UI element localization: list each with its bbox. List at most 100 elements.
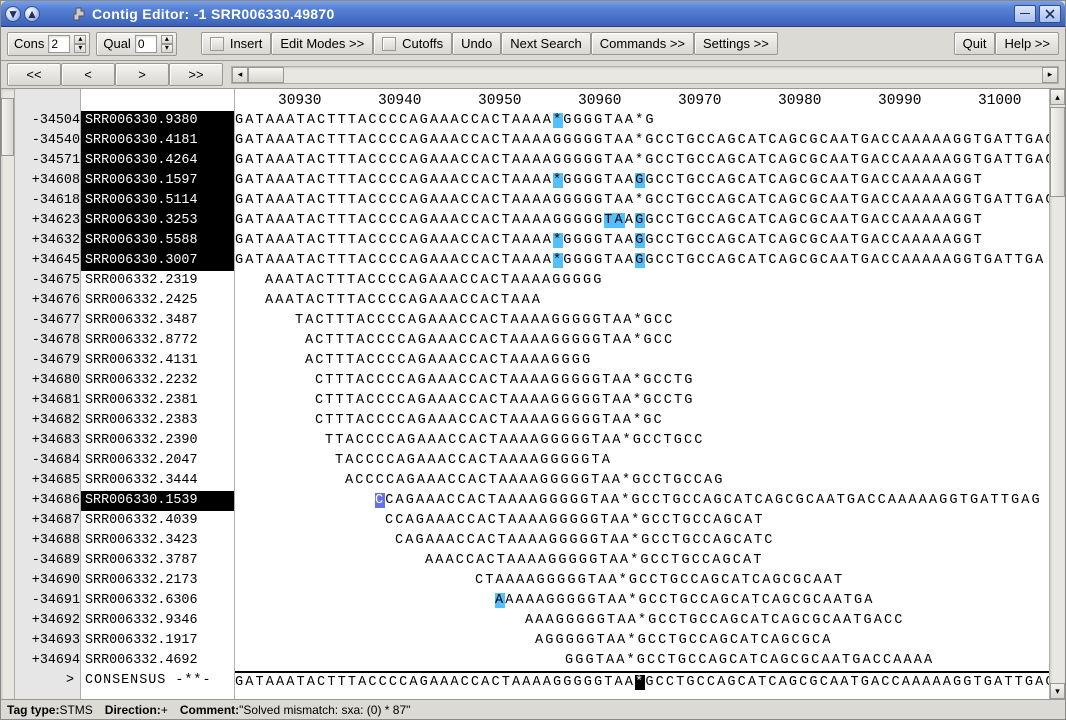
cons-down[interactable]: ▾ xyxy=(74,44,86,53)
read-name[interactable]: SRR006330.5114 xyxy=(81,191,234,211)
sequence-row[interactable]: CTAAAAGGGGGTAA*GCCTGCCAGCATCAGCGCAAT xyxy=(235,571,1049,591)
sequence-row[interactable]: AAAAAGGGGGTAA*GCCTGCCAGCATCAGCGCAATGA xyxy=(235,591,1049,611)
vertical-scrollbar[interactable]: ▴ ▾ xyxy=(1049,89,1065,699)
read-name[interactable]: SRR006330.3007 xyxy=(81,251,234,271)
sequence-row[interactable]: AAAGGGGGTAA*GCCTGCCAGCATCAGCGCAATGACC xyxy=(235,611,1049,631)
horizontal-scrollbar[interactable]: ◂ ▸ xyxy=(231,66,1059,84)
sequence-row[interactable]: GATAAATACTTTACCCCAGAAACCACTAAAA*GGGGTAAG… xyxy=(235,251,1049,271)
read-name[interactable]: SRR006332.3423 xyxy=(81,531,234,551)
read-name[interactable]: SRR006332.2173 xyxy=(81,571,234,591)
sequence-row[interactable]: CAGAAACCACTAAAAGGGGGTAA*GCCTGCCAGCATC xyxy=(235,531,1049,551)
sequence-row[interactable]: CTTTACCCCAGAAACCACTAAAAGGGGGTAA*GCCTG xyxy=(235,371,1049,391)
cutoffs-button[interactable]: Cutoffs xyxy=(373,32,452,55)
sequence-row[interactable]: GATAAATACTTTACCCCAGAAACCACTAAAA*GGGGTAA*… xyxy=(235,111,1049,131)
sequence-row[interactable]: GATAAATACTTTACCCCAGAAACCACTAAAA*GGGGTAAG… xyxy=(235,231,1049,251)
sequence-row[interactable]: AAACCACTAAAAGGGGGTAA*GCCTGCCAGCAT xyxy=(235,551,1049,571)
read-index: -34691 xyxy=(15,591,80,611)
cons-spinner[interactable]: Cons ▴▾ xyxy=(7,32,90,56)
vscroll-down-icon[interactable]: ▾ xyxy=(1050,683,1065,699)
read-name[interactable]: SRR006332.4692 xyxy=(81,651,234,671)
read-name[interactable]: SRR006332.3487 xyxy=(81,311,234,331)
help-button[interactable]: Help >> xyxy=(995,32,1059,55)
read-name[interactable]: SRR006330.1597 xyxy=(81,171,234,191)
sequence-row[interactable]: TACTTTACCCCAGAAACCACTAAAAGGGGGTAA*GCC xyxy=(235,311,1049,331)
read-name[interactable]: SRR006332.2390 xyxy=(81,431,234,451)
scroll-far-left-button[interactable]: << xyxy=(7,63,61,86)
sequence-row[interactable]: CCAGAAACCACTAAAAGGGGGTAA*GCCTGCCAGCATCAG… xyxy=(235,491,1049,511)
read-name[interactable]: SRR006330.4181 xyxy=(81,131,234,151)
sequence-column[interactable]: 3093030940309503096030970309803099031000… xyxy=(235,89,1049,699)
vscroll-up-icon[interactable]: ▴ xyxy=(1050,89,1065,105)
name-scrollbar[interactable] xyxy=(1,89,15,699)
read-name[interactable]: SRR006332.3787 xyxy=(81,551,234,571)
window-sticky-button[interactable]: ▴ xyxy=(24,6,40,22)
sequence-row[interactable]: TACCCCAGAAACCACTAAAAGGGGGTA xyxy=(235,451,1049,471)
read-name[interactable]: SRR006330.1539 xyxy=(81,491,234,511)
read-name[interactable]: SRR006332.2425 xyxy=(81,291,234,311)
read-name[interactable]: SRR006332.9346 xyxy=(81,611,234,631)
qual-input[interactable] xyxy=(135,35,157,53)
sequence-row[interactable]: GATAAATACTTTACCCCAGAAACCACTAAAA*GGGGTAAG… xyxy=(235,171,1049,191)
read-index: -34677 xyxy=(15,311,80,331)
read-name[interactable]: SRR006332.3444 xyxy=(81,471,234,491)
sequence-row[interactable]: CCAGAAACCACTAAAAGGGGGTAA*GCCTGCCAGCAT xyxy=(235,511,1049,531)
sequence-row[interactable]: GATAAATACTTTACCCCAGAAACCACTAAAAGGGGGTAA*… xyxy=(235,151,1049,171)
read-name[interactable]: SRR006332.2383 xyxy=(81,411,234,431)
ruler-tick: 30950 xyxy=(478,91,522,111)
sequence-row[interactable]: ACTTTACCCCAGAAACCACTAAAAGGGGGTAA*GCC xyxy=(235,331,1049,351)
hscroll-thumb[interactable] xyxy=(248,67,284,83)
close-button[interactable] xyxy=(1039,5,1061,23)
sequence-row[interactable]: GGGTAA*GCCTGCCAGCATCAGCGCAATGACCAAAA xyxy=(235,651,1049,671)
window-menu-button[interactable]: ▾ xyxy=(5,6,21,22)
sequence-row[interactable]: AAATACTTTACCCCAGAAACCACTAAAAGGGGG xyxy=(235,271,1049,291)
insert-toggle[interactable] xyxy=(210,37,224,51)
sequence-row[interactable]: CTTTACCCCAGAAACCACTAAAAGGGGGTAA*GCCTG xyxy=(235,391,1049,411)
scroll-right-button[interactable]: > xyxy=(115,63,169,86)
commands-button[interactable]: Commands >> xyxy=(591,32,694,55)
sequence-row[interactable]: TTACCCCAGAAACCACTAAAAGGGGGTAA*GCCTGCC xyxy=(235,431,1049,451)
sequence-row[interactable]: CTTTACCCCAGAAACCACTAAAAGGGGGTAA*GC xyxy=(235,411,1049,431)
sequence-row[interactable]: GATAAATACTTTACCCCAGAAACCACTAAAAGGGGGTAA*… xyxy=(235,191,1049,211)
read-name[interactable]: SRR006332.4039 xyxy=(81,511,234,531)
read-name[interactable]: SRR006330.4264 xyxy=(81,151,234,171)
hscroll-left-icon[interactable]: ◂ xyxy=(232,67,248,83)
read-name[interactable]: SRR006332.2381 xyxy=(81,391,234,411)
minimize-button[interactable]: — xyxy=(1014,5,1036,23)
read-name[interactable]: SRR006332.4131 xyxy=(81,351,234,371)
read-name[interactable]: SRR006332.2047 xyxy=(81,451,234,471)
cutoffs-toggle[interactable] xyxy=(382,37,396,51)
undo-button[interactable]: Undo xyxy=(452,32,501,55)
read-index: +34686 xyxy=(15,491,80,511)
scroll-far-right-button[interactable]: >> xyxy=(169,63,223,86)
sequence-row[interactable]: ACCCCAGAAACCACTAAAAGGGGGTAA*GCCTGCCAG xyxy=(235,471,1049,491)
scroll-left-button[interactable]: < xyxy=(61,63,115,86)
read-name[interactable]: SRR006332.8772 xyxy=(81,331,234,351)
sequence-row[interactable]: ACTTTACCCCAGAAACCACTAAAAGGGG xyxy=(235,351,1049,371)
read-name[interactable]: SRR006332.6306 xyxy=(81,591,234,611)
sequence-row[interactable]: AGGGGGTAA*GCCTGCCAGCATCAGCGCA xyxy=(235,631,1049,651)
read-name[interactable]: SRR006332.1917 xyxy=(81,631,234,651)
next-search-button[interactable]: Next Search xyxy=(501,32,591,55)
vscroll-thumb[interactable] xyxy=(1050,107,1065,197)
nav-row: << < > >> ◂ ▸ xyxy=(1,61,1065,89)
hscroll-right-icon[interactable]: ▸ xyxy=(1042,67,1058,83)
read-name[interactable]: SRR006330.3253 xyxy=(81,211,234,231)
sequence-row[interactable]: GATAAATACTTTACCCCAGAAACCACTAAAAGGGGGTAAG… xyxy=(235,211,1049,231)
read-name[interactable]: SRR006330.5588 xyxy=(81,231,234,251)
settings-button[interactable]: Settings >> xyxy=(694,32,778,55)
read-name[interactable]: SRR006332.2319 xyxy=(81,271,234,291)
qual-spinner[interactable]: Qual ▴▾ xyxy=(96,32,176,56)
sequence-row[interactable]: AAATACTTTACCCCAGAAACCACTAAA xyxy=(235,291,1049,311)
sequence-row[interactable]: GATAAATACTTTACCCCAGAAACCACTAAAAGGGGGTAA*… xyxy=(235,131,1049,151)
name-scroll-thumb[interactable] xyxy=(1,98,14,156)
edit-modes-button[interactable]: Edit Modes >> xyxy=(271,32,373,55)
qual-label: Qual xyxy=(103,36,130,51)
consensus-sequence[interactable]: GATAAATACTTTACCCCAGAAACCACTAAAAGGGGGTAA*… xyxy=(235,671,1049,691)
read-name[interactable]: SRR006330.9380 xyxy=(81,111,234,131)
read-name[interactable]: SRR006332.2232 xyxy=(81,371,234,391)
qual-down[interactable]: ▾ xyxy=(161,44,173,53)
read-index: +34692 xyxy=(15,611,80,631)
quit-button[interactable]: Quit xyxy=(954,32,996,55)
insert-button[interactable]: Insert xyxy=(201,32,272,55)
cons-input[interactable] xyxy=(48,35,70,53)
